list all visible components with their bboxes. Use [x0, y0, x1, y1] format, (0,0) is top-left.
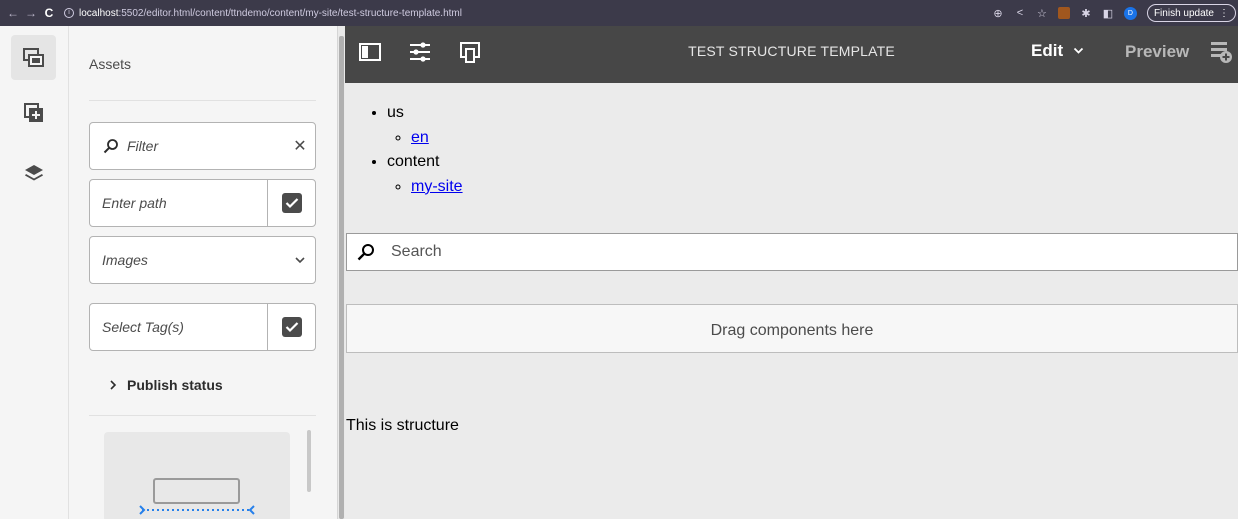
list-item: en: [411, 126, 463, 151]
clear-icon[interactable]: ✕: [285, 136, 315, 156]
side-rail: [0, 26, 69, 519]
url-path: :5502/editor.html/content/ttndemo/conten…: [118, 7, 462, 19]
site-search-input[interactable]: Search: [346, 233, 1238, 271]
nav-item-label: content: [387, 153, 440, 170]
preview-button[interactable]: Preview: [1125, 42, 1189, 62]
forward-arrow-icon[interactable]: →: [22, 6, 40, 20]
kebab-menu-icon: ⋮: [1219, 7, 1229, 19]
chevron-right-icon: [110, 380, 117, 390]
side-panel-icon[interactable]: ◧: [1102, 7, 1114, 20]
zoom-icon[interactable]: ⊕: [992, 7, 1004, 20]
address-bar[interactable]: i localhost:5502/editor.html/content/ttn…: [64, 0, 462, 26]
path-browse-button[interactable]: [267, 180, 315, 226]
chevron-down-icon: [285, 256, 315, 264]
finish-update-label: Finish update: [1153, 7, 1214, 19]
page-canvas: us en content my-site Search Drag compon…: [345, 83, 1238, 519]
back-arrow-icon[interactable]: ←: [4, 6, 22, 20]
divider: [89, 100, 316, 101]
nav-link[interactable]: en: [411, 129, 429, 146]
tags-input[interactable]: Select Tag(s): [90, 319, 267, 335]
search-placeholder: Search: [391, 243, 442, 260]
reload-icon[interactable]: C: [40, 6, 58, 20]
annotations-button[interactable]: [1209, 40, 1233, 64]
path-input[interactable]: Enter path: [90, 195, 267, 211]
publish-status-toggle[interactable]: Publish status: [109, 377, 223, 393]
checkbox-icon: [281, 193, 302, 213]
page-title: TEST STRUCTURE TEMPLATE: [688, 43, 895, 59]
editor-toolbar: TEST STRUCTURE TEMPLATE Edit Preview: [345, 26, 1238, 83]
browser-toolbar: ← → C i localhost:5502/editor.html/conte…: [0, 0, 1238, 26]
path-field: Enter path: [89, 179, 316, 227]
nav-link[interactable]: my-site: [411, 178, 463, 195]
asset-type-select[interactable]: Images: [89, 236, 316, 284]
bookmark-star-icon[interactable]: ☆: [1036, 7, 1048, 20]
site-info-icon[interactable]: i: [64, 8, 74, 18]
component-drop-zone[interactable]: Drag components here: [346, 304, 1238, 353]
filter-input[interactable]: Filter: [119, 138, 285, 154]
puzzle-extensions-icon[interactable]: ✱: [1080, 7, 1092, 20]
asset-type-value: Images: [102, 252, 148, 268]
component-placeholder-icon: [139, 478, 255, 515]
search-icon: [357, 244, 374, 261]
rail-content-tree-button[interactable]: [11, 151, 56, 196]
structure-text: This is structure: [346, 417, 459, 434]
panel-scrollbar[interactable]: [306, 424, 312, 519]
filter-field[interactable]: Filter ✕: [89, 122, 316, 170]
finish-update-button[interactable]: Finish update ⋮: [1146, 4, 1236, 22]
list-item: my-site: [411, 175, 463, 200]
checkbox-icon: [281, 317, 302, 337]
list-item: content my-site: [387, 150, 463, 199]
divider: [89, 415, 316, 416]
profile-avatar[interactable]: D: [1123, 6, 1137, 20]
assets-icon: [22, 47, 44, 67]
asset-thumbnail[interactable]: [104, 432, 290, 519]
mode-selector[interactable]: Edit: [1031, 41, 1084, 61]
panel-title: Assets: [89, 56, 132, 72]
chevron-down-icon: [1073, 47, 1084, 54]
add-components-icon: [23, 102, 43, 122]
navigation-list: us en content my-site: [345, 101, 463, 199]
mode-label: Edit: [1031, 41, 1064, 60]
share-icon[interactable]: <: [1014, 7, 1026, 19]
nav-item-label: us: [387, 104, 404, 121]
rail-assets-button[interactable]: [11, 35, 56, 80]
tags-browse-button[interactable]: [267, 304, 315, 350]
search-icon: [103, 139, 118, 154]
url-host: localhost: [79, 7, 119, 19]
list-item: us en: [387, 101, 463, 150]
publish-status-label: Publish status: [127, 377, 223, 393]
panel-resize-scrollbar[interactable]: [337, 26, 345, 519]
rail-components-button[interactable]: [11, 90, 56, 135]
assets-panel: Assets Filter ✕ Enter path Images Select…: [69, 26, 337, 519]
extension-icon[interactable]: [1057, 7, 1070, 19]
tags-field: Select Tag(s): [89, 303, 316, 351]
layers-icon: [24, 164, 43, 180]
annotate-icon: [1211, 42, 1232, 63]
